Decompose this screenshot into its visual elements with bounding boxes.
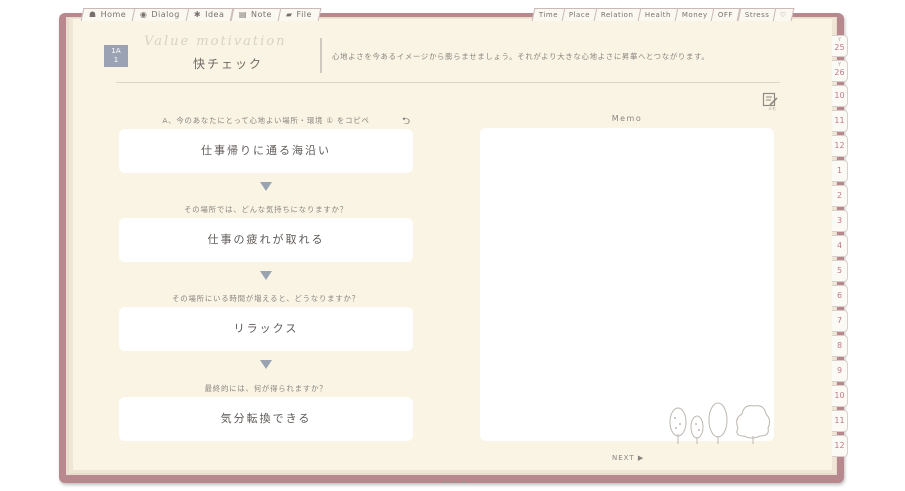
tab-idea-label: Idea <box>205 10 225 19</box>
tab-home-label: Home <box>100 10 127 19</box>
month-tab-label: 11 <box>834 116 845 125</box>
month-tab-year-26[interactable]: Y 26 <box>832 60 848 82</box>
tab-off[interactable]: OFF <box>711 8 741 21</box>
home-icon: ☗ <box>88 10 97 19</box>
question-4: 最終的には、何が得られますか？ <box>204 384 328 393</box>
month-tab[interactable]: 2 <box>832 185 848 207</box>
lightbulb-icon: ✱ <box>194 10 202 19</box>
tab-money[interactable]: Money <box>674 8 715 21</box>
tab-money-label: Money <box>681 11 708 19</box>
header-rule <box>116 82 780 83</box>
tab-relation[interactable]: Relation <box>593 8 642 21</box>
month-tab-label: 9 <box>836 366 843 375</box>
month-tab-year-25[interactable]: Y 25 <box>832 35 848 57</box>
tab-time[interactable]: Time <box>531 8 566 21</box>
month-tab-label: 10 <box>834 391 845 400</box>
month-tab-label: 3 <box>836 216 843 225</box>
month-tab-label: 11 <box>834 416 845 425</box>
month-tab-label: 7 <box>836 316 843 325</box>
down-arrow-icon <box>260 271 272 280</box>
month-tab-label: 4 <box>836 241 843 250</box>
tab-off-label: OFF <box>718 11 734 19</box>
badge-top-text: 1A <box>111 47 121 55</box>
month-tab-label: 5 <box>836 266 843 275</box>
answer-field-3[interactable]: リラックス <box>119 307 413 351</box>
tab-place-label: Place <box>569 11 591 19</box>
down-arrow-icon <box>260 360 272 369</box>
next-button[interactable]: NEXT ▶ <box>612 454 644 462</box>
tab-note-label: Note <box>250 10 272 19</box>
page-title: 快チェック <box>193 57 264 71</box>
month-tab[interactable]: 8 <box>832 335 848 357</box>
tab-time-label: Time <box>538 11 559 19</box>
month-tab-label: 25 <box>834 43 845 52</box>
answer-field-4[interactable]: 気分転換できる <box>119 397 413 441</box>
script-title: Value motivation <box>144 34 287 49</box>
page-number-badge: 1A 1 <box>104 45 128 67</box>
month-tab-label: 26 <box>834 68 845 77</box>
note-icon: ▤ <box>238 10 247 19</box>
month-tab[interactable]: 11 <box>832 410 848 432</box>
memo-label: Memo <box>611 114 643 123</box>
down-arrow-icon <box>260 182 272 191</box>
month-tab[interactable]: 10 <box>832 85 848 107</box>
tab-heart[interactable]: ♡ <box>772 8 795 21</box>
tab-health-label: Health <box>644 11 671 19</box>
trees-illustration <box>669 402 771 444</box>
more-dots-icon[interactable]: • • • <box>443 478 467 487</box>
tab-dialog[interactable]: ◉ Dialog <box>131 8 190 21</box>
month-tab-label: 6 <box>836 291 843 300</box>
month-tab[interactable]: 11 <box>832 110 848 132</box>
month-tab[interactable]: 3 <box>832 210 848 232</box>
tab-file[interactable]: ▰ File <box>277 8 322 21</box>
edit-memo-icon[interactable]: メモ <box>762 92 778 111</box>
tab-health[interactable]: Health <box>637 8 679 21</box>
tab-dialog-label: Dialog <box>151 10 181 19</box>
tab-relation-label: Relation <box>601 11 634 19</box>
month-tab[interactable]: 12 <box>832 435 848 457</box>
tab-idea[interactable]: ✱ Idea <box>185 8 235 21</box>
month-tab-label: 1 <box>836 166 843 175</box>
month-tab[interactable]: 10 <box>832 385 848 407</box>
tab-file-label: File <box>296 10 312 19</box>
month-tab[interactable]: 12 <box>832 135 848 157</box>
month-tab[interactable]: 6 <box>832 285 848 307</box>
month-tab[interactable]: 5 <box>832 260 848 282</box>
answer-field-1[interactable]: 仕事帰りに通る海沿い <box>119 129 413 173</box>
month-tab[interactable]: 7 <box>832 310 848 332</box>
heart-icon: ♡ <box>779 11 787 19</box>
folder-icon: ▰ <box>285 10 293 19</box>
month-tab-label: 2 <box>836 191 843 200</box>
question-3: その場所にいる時間が増えると、どうなりますか？ <box>172 294 360 303</box>
tab-place[interactable]: Place <box>561 8 598 21</box>
badge-bottom-text: 1 <box>113 56 119 64</box>
tab-stress-label: Stress <box>744 11 769 19</box>
edit-icon-caption: メモ <box>768 106 776 111</box>
memo-textarea[interactable] <box>480 128 774 441</box>
month-tab-label: 12 <box>834 141 845 150</box>
dialog-icon: ◉ <box>140 10 148 19</box>
month-tab[interactable]: 4 <box>832 235 848 257</box>
answer-field-2[interactable]: 仕事の疲れが取れる <box>119 218 413 262</box>
nav-tabs-left: ☗ Home ◉ Dialog ✱ Idea ▤ Note ▰ File <box>80 8 322 21</box>
question-1: A、今のあなたにとって心地よい場所・環境 ① をコピペ <box>162 116 370 125</box>
month-tab[interactable]: 1 <box>832 160 848 182</box>
month-tab-label: 8 <box>836 341 843 350</box>
question-2: その場所では、どんな気持ちになりますか？ <box>184 205 348 214</box>
tab-note[interactable]: ▤ Note <box>230 8 282 21</box>
nav-tabs-right: Time Place Relation Health Money OFF Str… <box>531 8 795 21</box>
tab-home[interactable]: ☗ Home <box>80 8 136 21</box>
tab-stress[interactable]: Stress <box>737 8 777 21</box>
month-tab[interactable]: 9 <box>832 360 848 382</box>
page-description: 心地よさを今あるイメージから膨らませましょう。それがより大きな心地よさに昇華へと… <box>332 52 710 61</box>
header-divider <box>320 38 322 73</box>
month-tab-label: 12 <box>834 441 845 450</box>
month-tab-label: 10 <box>834 91 845 100</box>
